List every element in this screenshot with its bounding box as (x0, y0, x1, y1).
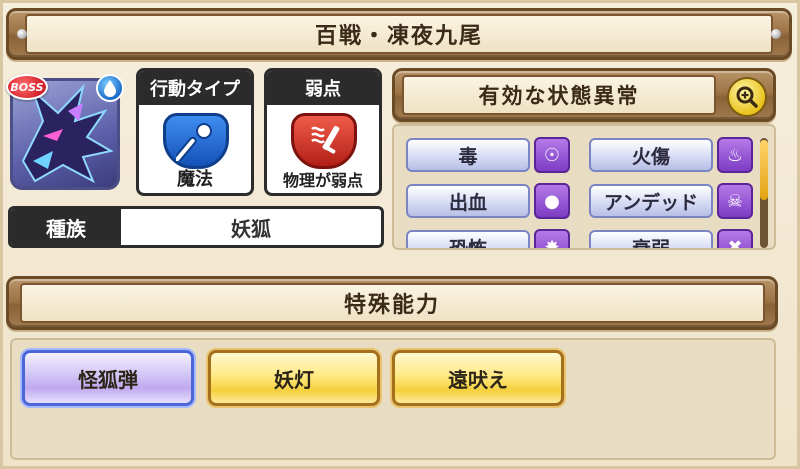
magnify-plus-icon[interactable] (727, 77, 767, 117)
abilities-title: 特殊能力 (19, 283, 765, 323)
action-type-box: 行動タイプ 魔法 (136, 68, 254, 196)
blood-icon: ● (534, 183, 570, 219)
title-banner: 百戦・凍夜九尾 (6, 8, 792, 60)
status-item-fear: 恐怖 ✸ (406, 228, 579, 248)
water-drop-icon (96, 74, 124, 102)
sword-icon (291, 113, 357, 169)
abilities-panel: 怪狐弾 妖灯 遠吠え (10, 338, 776, 460)
status-label: 衰弱 (589, 230, 713, 248)
status-effects-banner: 有効な状態異常 (392, 68, 776, 122)
action-type-value: 魔法 (177, 169, 213, 190)
status-item-undead: アンデッド ☠ (589, 182, 762, 220)
status-item-bleed: 出血 ● (406, 182, 579, 220)
status-label: 恐怖 (406, 230, 530, 248)
status-item-burn: 火傷 ♨ (589, 136, 762, 174)
boss-badge: BOSS (6, 74, 48, 100)
poison-icon: ☉ (534, 137, 570, 173)
race-label: 種族 (11, 209, 121, 245)
ability-button-2[interactable]: 妖灯 (208, 350, 380, 406)
skull-icon: ☠ (717, 183, 753, 219)
action-type-label: 行動タイプ (139, 71, 251, 105)
fear-icon: ✸ (534, 229, 570, 248)
race-row: 種族 妖狐 (8, 206, 384, 248)
ability-button-1[interactable]: 怪狐弾 (22, 350, 194, 406)
status-label: 毒 (406, 138, 530, 172)
weaken-icon: ✖ (717, 229, 753, 248)
status-label: 出血 (406, 184, 530, 218)
weakness-value: 物理が弱点 (282, 171, 363, 190)
weakness-label: 弱点 (267, 71, 379, 105)
banner-stud-right (771, 29, 781, 39)
ability-button-3[interactable]: 遠吠え (392, 350, 564, 406)
status-label: 火傷 (589, 138, 713, 172)
status-item-weaken: 衰弱 ✖ (589, 228, 762, 248)
weakness-box: 弱点 物理が弱点 (264, 68, 382, 196)
magic-staff-icon (163, 113, 229, 169)
status-scrollbar-thumb[interactable] (760, 140, 768, 200)
flame-icon: ♨ (717, 137, 753, 173)
status-effects-list[interactable]: 毒 ☉ 火傷 ♨ 出血 ● アンデッド ☠ 恐怖 ✸ 衰弱 ✖ (392, 124, 776, 250)
enemy-name: 百戦・凍夜九尾 (25, 14, 773, 54)
abilities-banner: 特殊能力 (6, 276, 778, 330)
status-item-poison: 毒 ☉ (406, 136, 579, 174)
banner-stud-left (17, 29, 27, 39)
status-effects-title: 有効な状態異常 (402, 75, 716, 115)
race-value: 妖狐 (231, 216, 271, 241)
status-label: アンデッド (589, 184, 713, 218)
